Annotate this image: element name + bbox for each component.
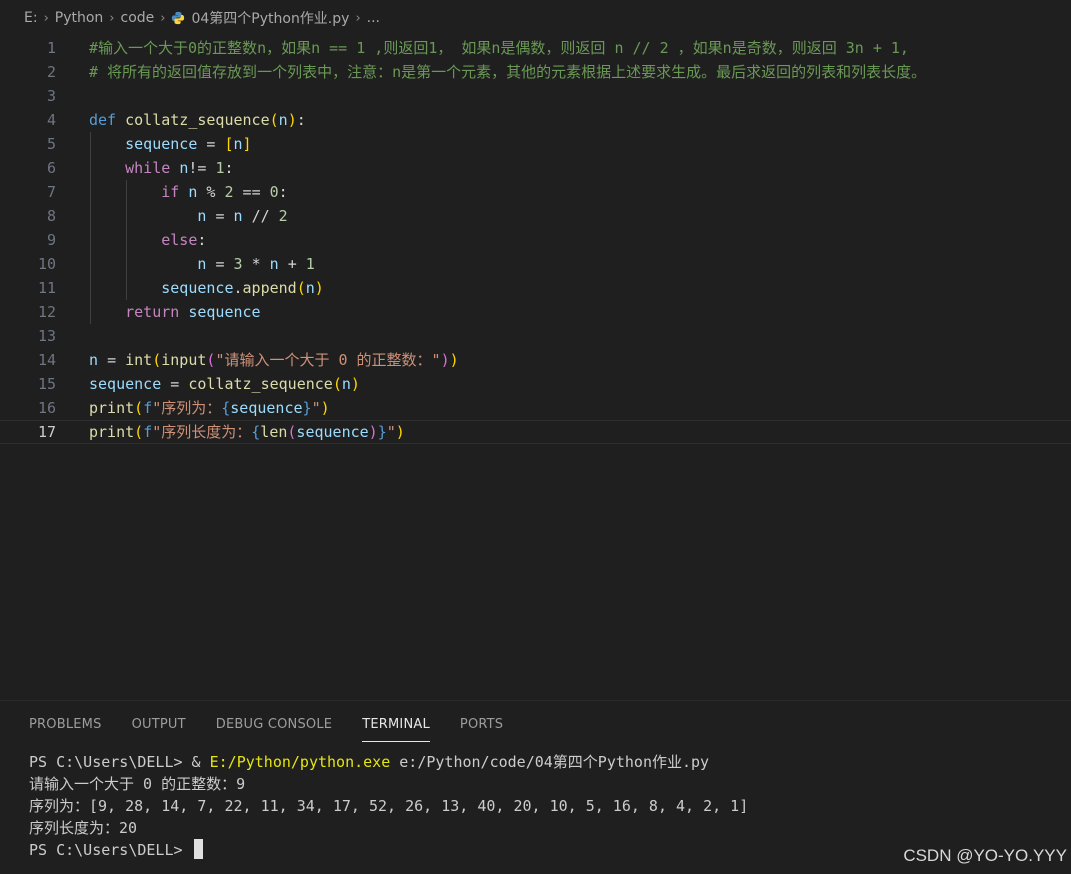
code-text: print(f"序列为：{sequence}") [89, 399, 330, 417]
code-text: n = n // 2 [197, 207, 288, 225]
line-number: 14 [37, 351, 56, 369]
breadcrumb-item-file[interactable]: 04第四个Python作业.py [191, 8, 349, 28]
code-line[interactable]: 10 n = 3 * n + 1 [0, 252, 1071, 276]
code-text: else: [161, 231, 207, 249]
code-line[interactable]: 9 else: [0, 228, 1071, 252]
breadcrumb-item-symbols[interactable]: ... [367, 10, 380, 26]
line-number: 10 [37, 255, 56, 273]
code-text: sequence = collatz_sequence(n) [89, 375, 360, 393]
code-text: def collatz_sequence(n): [89, 111, 306, 129]
line-number: 4 [46, 111, 56, 129]
code-text: print(f"序列长度为：{len(sequence)}") [89, 423, 405, 441]
code-line[interactable]: 12 return sequence [0, 300, 1071, 324]
bottom-panel: PROBLEMS OUTPUT DEBUG CONSOLE TERMINAL P… [0, 700, 1071, 874]
terminal-output[interactable]: PS C:\Users\DELL> & E:/Python/python.exe… [29, 751, 1059, 861]
panel-tab-bar: PROBLEMS OUTPUT DEBUG CONSOLE TERMINAL P… [0, 701, 1071, 747]
code-line[interactable]: 6 while n!= 1: [0, 156, 1071, 180]
code-text: sequence = [n] [125, 135, 252, 153]
indent-guide [90, 132, 91, 324]
code-text: n = int(input("请输入一个大于 0 的正整数：")) [89, 351, 459, 369]
chevron-right-icon: › [160, 10, 166, 26]
code-editor[interactable]: 1 #输入一个大于0的正整数n，如果n == 1 ,则返回1， 如果n是偶数，则返… [0, 36, 1071, 700]
code-line[interactable]: 14 n = int(input("请输入一个大于 0 的正整数：")) [0, 348, 1071, 372]
line-number: 17 [37, 423, 56, 441]
line-number: 3 [46, 87, 56, 105]
code-line[interactable]: 2 # 将所有的返回值存放到一个列表中，注意：n是第一个元素，其他的元素根据上述要… [0, 60, 1071, 84]
terminal-prompt: PS C:\Users\DELL> [29, 841, 192, 859]
code-line[interactable]: 7 if n % 2 == 0: [0, 180, 1071, 204]
tab-terminal[interactable]: TERMINAL [362, 713, 430, 742]
code-text: sequence.append(n) [161, 279, 324, 297]
chevron-right-icon: › [355, 10, 361, 26]
indent-guide [126, 180, 127, 300]
line-number: 11 [37, 279, 56, 297]
code-text: while n!= 1: [125, 159, 234, 177]
terminal-line: 序列为：[9, 28, 14, 7, 22, 11, 34, 17, 52, 2… [29, 797, 749, 815]
chevron-right-icon: › [109, 10, 115, 26]
line-number: 1 [46, 39, 56, 57]
tab-problems[interactable]: PROBLEMS [29, 713, 102, 736]
tab-output[interactable]: OUTPUT [132, 713, 186, 736]
terminal-line: 请输入一个大于 0 的正整数：9 [29, 775, 246, 793]
code-line[interactable]: 3 [0, 84, 1071, 108]
line-number: 16 [37, 399, 56, 417]
code-line[interactable]: 11 sequence.append(n) [0, 276, 1071, 300]
terminal-line: 序列长度为：20 [29, 819, 138, 837]
code-text: if n % 2 == 0: [161, 183, 288, 201]
line-number: 12 [37, 303, 56, 321]
chevron-right-icon: › [43, 10, 49, 26]
terminal-command-arg: e:/Python/code/04第四个Python作业.py [390, 753, 710, 771]
terminal-command-exe: E:/Python/python.exe [209, 753, 391, 771]
breadcrumb-item-code[interactable]: code [121, 10, 155, 26]
line-number: 5 [46, 135, 56, 153]
line-number: 7 [46, 183, 56, 201]
python-file-icon [172, 11, 185, 25]
code-line[interactable]: 1 #输入一个大于0的正整数n，如果n == 1 ,则返回1， 如果n是偶数，则返… [0, 36, 1071, 60]
code-text: n = 3 * n + 1 [197, 255, 315, 273]
tab-ports[interactable]: PORTS [460, 713, 503, 736]
breadcrumb-item-python[interactable]: Python [55, 10, 104, 26]
terminal-prompt: PS C:\Users\DELL> & [29, 753, 210, 771]
code-line[interactable]: 16 print(f"序列为：{sequence}") [0, 396, 1071, 420]
code-text: return sequence [125, 303, 261, 321]
line-number: 8 [46, 207, 56, 225]
line-number: 6 [46, 159, 56, 177]
code-line[interactable]: 5 sequence = [n] [0, 132, 1071, 156]
terminal-line: PS C:\Users\DELL> & E:/Python/python.exe… [29, 751, 1059, 773]
code-line[interactable]: 15 sequence = collatz_sequence(n) [0, 372, 1071, 396]
line-number: 15 [37, 375, 56, 393]
breadcrumb-item-drive[interactable]: E: [24, 10, 38, 26]
terminal-cursor [193, 839, 203, 859]
line-number: 9 [46, 231, 56, 249]
breadcrumb: E: › Python › code › 04第四个Python作业.py › … [0, 0, 1071, 36]
tab-debug-console[interactable]: DEBUG CONSOLE [216, 713, 332, 736]
code-line[interactable]: 4 def collatz_sequence(n): [0, 108, 1071, 132]
code-text: #输入一个大于0的正整数n，如果n == 1 ,则返回1， 如果n是偶数，则返回… [89, 39, 909, 57]
code-line[interactable]: 8 n = n // 2 [0, 204, 1071, 228]
code-line[interactable]: 13 [0, 324, 1071, 348]
line-number: 2 [46, 63, 56, 81]
code-line[interactable]: 17 print(f"序列长度为：{len(sequence)}") [0, 420, 1071, 444]
watermark: CSDN @YO-YO.YYY [903, 846, 1067, 865]
code-text: # 将所有的返回值存放到一个列表中，注意：n是第一个元素，其他的元素根据上述要求… [89, 63, 927, 81]
line-number: 13 [37, 327, 56, 345]
